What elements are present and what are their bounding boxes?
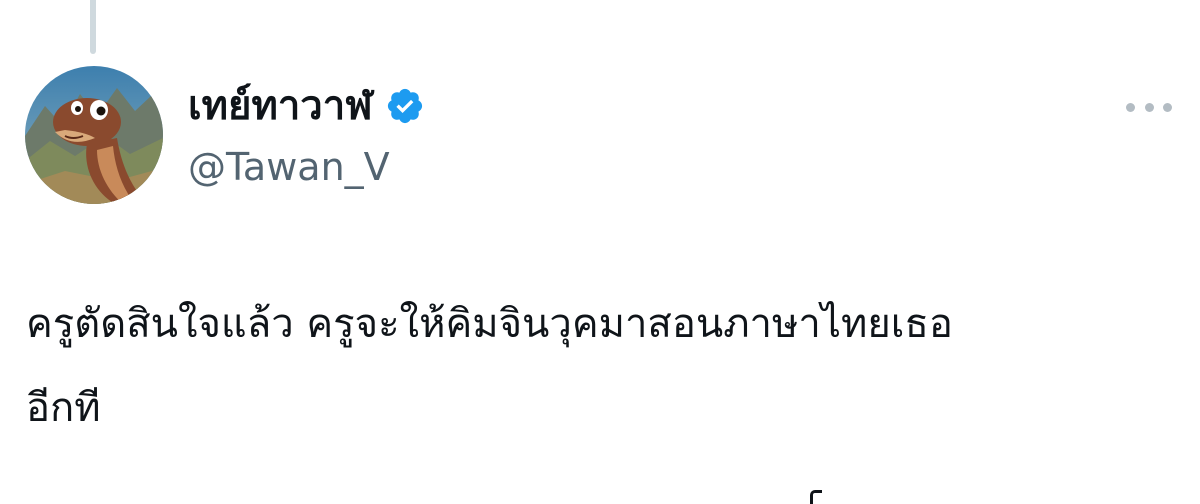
- tweet-text-line: อีกที: [26, 385, 101, 431]
- tweet-text-line: ครูตัดสินใจแล้ว ครูจะให้คิมจินวุคมาสอนภา…: [26, 301, 953, 347]
- verified-badge-icon: [387, 88, 422, 124]
- author-display-name[interactable]: เทย์ทาวาฬ: [188, 78, 373, 134]
- tweet-text: ครูตัดสินใจแล้ว ครูจะให้คิมจินวุคมาสอนภา…: [26, 282, 1176, 450]
- more-options-icon[interactable]: [1122, 90, 1176, 124]
- author-handle[interactable]: @Tawan_V: [188, 140, 390, 194]
- thread-connector-line: [90, 0, 96, 54]
- dinosaur-avatar-icon: [25, 66, 163, 204]
- author-name-row: เทย์ทาวาฬ: [188, 78, 425, 134]
- more-dot: [1144, 102, 1154, 112]
- more-dot: [1126, 102, 1135, 112]
- author-avatar[interactable]: [25, 66, 163, 204]
- cropped-glyph-fragment: [810, 490, 822, 504]
- more-dot: [1163, 102, 1172, 112]
